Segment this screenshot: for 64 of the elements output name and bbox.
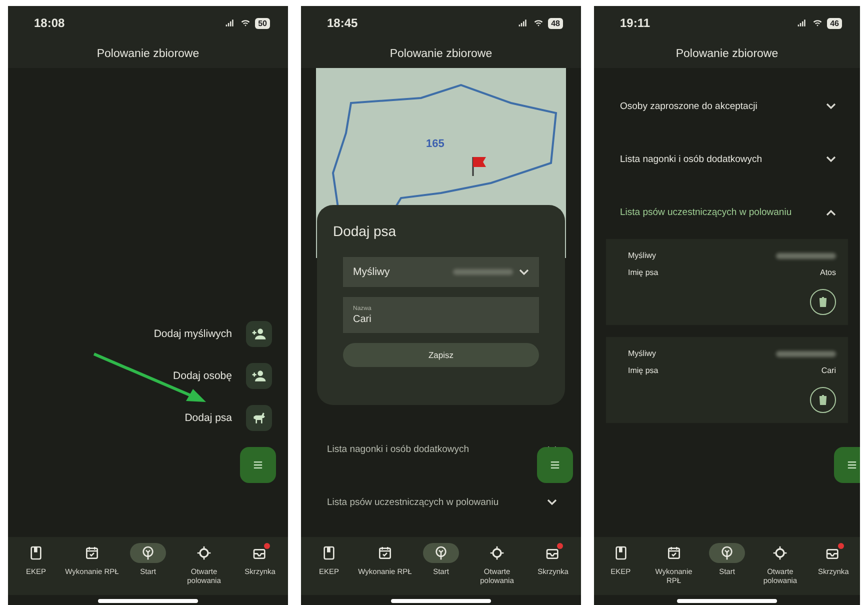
redacted-name	[776, 252, 836, 258]
section-header[interactable]: Lista psów uczestniczących w polowaniu	[327, 497, 499, 508]
signal-icon	[796, 18, 808, 28]
fab-action-button[interactable]	[246, 405, 272, 431]
fab-action-button[interactable]	[246, 321, 272, 347]
section-header[interactable]: Lista nagonki i osób dodatkowych	[620, 154, 762, 165]
tree-icon	[140, 545, 156, 561]
flag-icon	[471, 156, 487, 176]
dialog-title: Dodaj psa	[333, 223, 398, 239]
trash-icon	[817, 296, 829, 308]
person-add-icon	[251, 368, 267, 384]
notification-badge	[838, 543, 844, 549]
battery-level: 50	[255, 18, 270, 28]
dog-name: Atos	[820, 268, 836, 277]
fab-action-button[interactable]	[246, 363, 272, 389]
delete-button[interactable]	[810, 289, 836, 315]
notification-badge	[264, 543, 270, 549]
wifi-icon	[812, 18, 824, 28]
dog-name-label: Imię psa	[628, 366, 658, 375]
redacted-name	[453, 269, 513, 275]
person-add-icon	[251, 326, 267, 342]
section-header[interactable]: Lista nagonki i osób dodatkowych	[327, 444, 470, 455]
hunter-label: Myśliwy	[628, 349, 656, 358]
book-icon	[28, 545, 44, 561]
screen-title: Polowanie zbiorowe	[388, 48, 494, 60]
delete-button[interactable]	[810, 387, 836, 413]
crosshair-icon	[489, 545, 505, 561]
hunter-label: Myśliwy	[628, 251, 656, 260]
wifi-icon	[533, 18, 544, 28]
trash-icon	[817, 394, 829, 406]
book-icon	[321, 545, 337, 561]
menu-fab[interactable]	[834, 447, 860, 483]
fab-action-label[interactable]: Dodaj psa	[184, 412, 232, 424]
save-button[interactable]: Zapisz	[343, 343, 539, 367]
section-header[interactable]: Lista psów uczestniczących w polowaniu	[620, 207, 792, 218]
crosshair-icon	[196, 545, 212, 561]
battery-level: 46	[827, 18, 842, 28]
dog-name-label: Imię psa	[628, 268, 658, 277]
notification-badge	[557, 543, 563, 549]
crosshair-icon	[772, 545, 788, 561]
battery-level: 48	[548, 18, 563, 28]
fab-action-label[interactable]: Dodaj myśliwych	[154, 328, 232, 340]
status-time: 18:08	[34, 16, 65, 30]
map-area-number: 165	[426, 138, 444, 150]
dog-icon	[251, 410, 267, 426]
status-time: 19:11	[620, 16, 650, 30]
calendar-icon	[666, 545, 682, 561]
section-header[interactable]: Osoby zaproszone do akceptacji	[620, 101, 758, 112]
tree-icon	[719, 545, 735, 561]
screen-title: Polowanie zbiorowe	[96, 48, 200, 60]
calendar-icon	[377, 545, 393, 561]
fab-action-label[interactable]: Dodaj osobę	[173, 370, 232, 382]
signal-icon	[517, 18, 530, 28]
wifi-icon	[240, 18, 252, 28]
chevron-icon	[519, 268, 529, 276]
dog-name: Cari	[821, 366, 836, 375]
status-time: 18:45	[327, 16, 358, 30]
screen-title: Polowanie zbiorowe	[674, 48, 780, 60]
redacted-name	[776, 350, 836, 356]
signal-icon	[224, 18, 236, 28]
tree-icon	[433, 545, 449, 561]
calendar-icon	[84, 545, 100, 561]
hunter-select[interactable]: Myśliwy	[343, 257, 539, 287]
book-icon	[612, 545, 629, 561]
